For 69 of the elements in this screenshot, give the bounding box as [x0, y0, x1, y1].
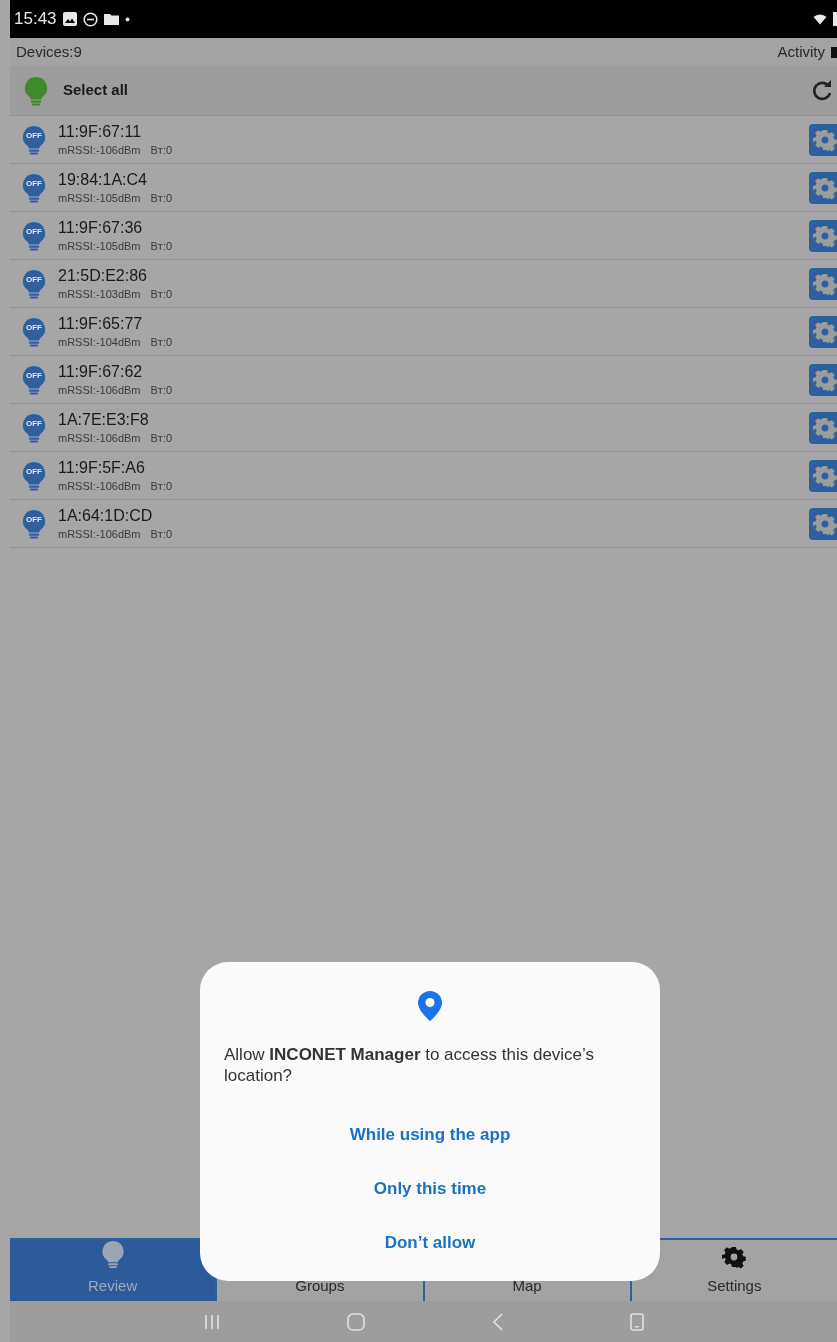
signal-strength: mRSSI:-105dBm	[58, 190, 141, 206]
settings-button[interactable]	[809, 171, 837, 204]
dialog-option[interactable]: While using the app	[341, 1108, 519, 1162]
do-not-disturb-icon	[82, 11, 98, 27]
battery-reading: Bт:0	[150, 478, 173, 494]
recent-apps-icon[interactable]	[203, 1313, 222, 1330]
signal-strength: mRSSI:-106dBm	[58, 430, 141, 446]
select-all-label[interactable]: Select all	[63, 79, 129, 102]
settings-button[interactable]	[809, 267, 837, 300]
battery-reading: Bт:0	[150, 190, 173, 206]
signal-strength: mRSSI:-106dBm	[58, 526, 141, 542]
device-address: 11:9F:65:77	[58, 313, 144, 334]
device-address: 21:5D:E2:86	[58, 265, 148, 286]
settings-button[interactable]	[809, 219, 837, 252]
dialog-message: Allow INCONET Manager to access this device’s location?	[223, 1044, 596, 1086]
battery-reading: Bт:0	[150, 430, 173, 446]
device-address: 19:84:1A:C4	[58, 169, 148, 190]
signal-strength: mRSSI:-106dBm	[58, 478, 141, 494]
battery-reading: Bт:0	[150, 238, 173, 254]
activity-label: Activity	[777, 41, 825, 62]
device-address: 11:9F:67:62	[58, 361, 144, 382]
signal-strength: mRSSI:-104dBm	[58, 334, 141, 350]
device-row[interactable]: OFF 11:9F:5F:A6 mRSSI:-106dBm Bт:0	[10, 452, 837, 500]
device-count: Devices:9	[16, 41, 82, 62]
battery-reading: Bт:0	[150, 142, 173, 158]
signal-strength: mRSSI:-106dBm	[58, 142, 141, 158]
device-address: 11:9F:5F:A6	[58, 457, 146, 478]
battery-reading: Bт:0	[150, 334, 173, 350]
bulb-icon	[100, 1240, 125, 1269]
dot-icon	[124, 16, 130, 22]
back-icon[interactable]	[491, 1312, 504, 1331]
device-row[interactable]: OFF 11:9F:67:36 mRSSI:-105dBm Bт:0	[10, 212, 837, 260]
dialog-option[interactable]: Only this time	[365, 1162, 495, 1216]
wifi-icon	[813, 13, 827, 25]
device-row[interactable]: OFF 1A:7E:E3:F8 mRSSI:-106dBm Bт:0	[10, 404, 837, 452]
battery-icon	[833, 12, 837, 26]
settings-button[interactable]	[809, 363, 837, 396]
dialog-option[interactable]: Don’t allow	[376, 1216, 484, 1270]
phone-icon[interactable]	[629, 1312, 644, 1331]
settings-button[interactable]	[809, 123, 837, 156]
device-row[interactable]: OFF 21:5D:E2:86 mRSSI:-103dBm Bт:0	[10, 260, 837, 308]
location-pin-icon	[417, 990, 443, 1022]
settings-button[interactable]	[809, 459, 837, 492]
clock: 15:43	[14, 8, 57, 31]
home-icon[interactable]	[347, 1312, 366, 1331]
signal-strength: mRSSI:-105dBm	[58, 238, 141, 254]
device-row[interactable]: OFF 1A:64:1D:CD mRSSI:-106dBm Bт:0	[10, 500, 837, 548]
bulb-icon	[24, 75, 48, 106]
signal-strength: mRSSI:-103dBm	[58, 286, 141, 302]
image-icon	[62, 12, 77, 26]
device-address: 1A:7E:E3:F8	[58, 409, 150, 430]
battery-reading: Bт:0	[150, 286, 173, 302]
device-row[interactable]: OFF 11:9F:67:11 mRSSI:-106dBm Bт:0	[10, 116, 837, 164]
device-address: 11:9F:67:36	[58, 217, 144, 238]
device-address: 11:9F:67:11	[58, 121, 143, 142]
folder-icon	[103, 13, 119, 25]
device-row[interactable]: OFF 11:9F:65:77 mRSSI:-104dBm Bт:0	[10, 308, 837, 356]
device-row[interactable]: OFF 19:84:1A:C4 mRSSI:-105dBm Bт:0	[10, 164, 837, 212]
device-address: 1A:64:1D:CD	[58, 505, 154, 526]
activity-checkbox[interactable]	[831, 46, 837, 58]
battery-reading: Bт:0	[150, 526, 173, 542]
device-row[interactable]: OFF 11:9F:67:62 mRSSI:-106dBm Bт:0	[10, 356, 837, 404]
signal-strength: mRSSI:-106dBm	[58, 382, 141, 398]
settings-icon	[722, 1244, 747, 1269]
settings-button[interactable]	[809, 507, 837, 540]
settings-button[interactable]	[809, 315, 837, 348]
battery-reading: Bт:0	[150, 382, 173, 398]
settings-button[interactable]	[809, 411, 837, 444]
refresh-icon[interactable]	[811, 79, 833, 102]
